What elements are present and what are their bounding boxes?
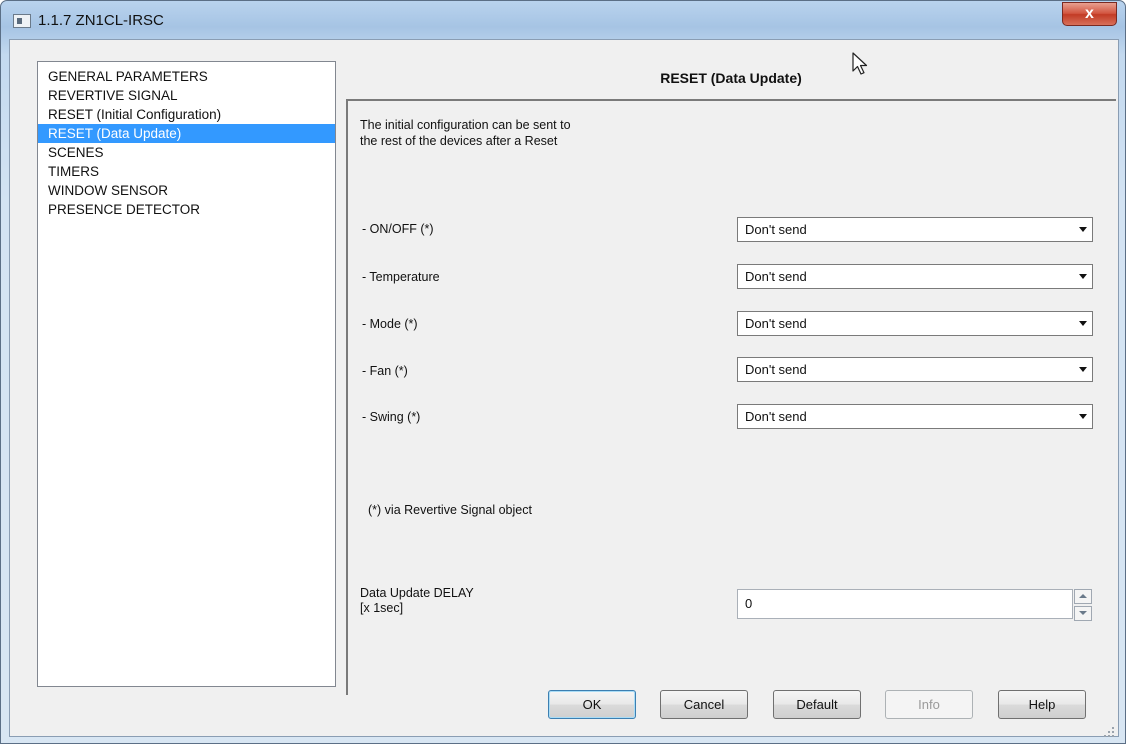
fan-select-value: Don't send	[745, 362, 807, 377]
sidebar-item-timers[interactable]: TIMERS	[38, 162, 335, 181]
spin-up-icon[interactable]	[1074, 589, 1092, 604]
delay-label-line-1: Data Update DELAY	[360, 586, 474, 600]
sidebar-item-general-parameters[interactable]: GENERAL PARAMETERS	[38, 67, 335, 86]
close-button[interactable]: x	[1062, 2, 1117, 26]
resize-grip-icon[interactable]	[1103, 726, 1115, 738]
window-title: 1.1.7 ZN1CL-IRSC	[38, 12, 164, 29]
onoff-label: - ON/OFF (*)	[362, 222, 434, 236]
parameter-section-list: GENERAL PARAMETERS REVERTIVE SIGNAL RESE…	[37, 61, 336, 687]
dropdown-arrow-icon[interactable]	[1079, 227, 1087, 232]
panel-description: The initial configuration can be sent to…	[360, 117, 571, 149]
fan-label: - Fan (*)	[362, 364, 408, 378]
info-button: Info	[885, 690, 973, 719]
sidebar-item-reset-data-update[interactable]: RESET (Data Update)	[38, 124, 335, 143]
default-button[interactable]: Default	[773, 690, 861, 719]
mode-select-value: Don't send	[745, 316, 807, 331]
close-icon: x	[1085, 5, 1094, 22]
help-button[interactable]: Help	[998, 690, 1086, 719]
panel-title: RESET (Data Update)	[660, 70, 802, 86]
swing-select-value: Don't send	[745, 409, 807, 424]
panel-divider-top	[346, 99, 1116, 101]
temperature-label: - Temperature	[362, 270, 440, 284]
dropdown-arrow-icon[interactable]	[1079, 367, 1087, 372]
mode-label: - Mode (*)	[362, 317, 418, 331]
cancel-button[interactable]: Cancel	[660, 690, 748, 719]
mode-select[interactable]: Don't send	[737, 311, 1093, 336]
sidebar-item-window-sensor[interactable]: WINDOW SENSOR	[38, 181, 335, 200]
ok-button[interactable]: OK	[548, 690, 636, 719]
onoff-select-value: Don't send	[745, 222, 807, 237]
sidebar-item-revertive-signal[interactable]: REVERTIVE SIGNAL	[38, 86, 335, 105]
revertive-signal-note: (*) via Revertive Signal object	[368, 503, 532, 517]
delay-label-line-2: [x 1sec]	[360, 601, 404, 615]
spin-down-icon[interactable]	[1074, 606, 1092, 621]
temperature-select-value: Don't send	[745, 269, 807, 284]
onoff-select[interactable]: Don't send	[737, 217, 1093, 242]
title-bar[interactable]: 1.1.7 ZN1CL-IRSC x	[1, 1, 1125, 39]
fan-select[interactable]: Don't send	[737, 357, 1093, 382]
swing-select[interactable]: Don't send	[737, 404, 1093, 429]
description-line-2: the rest of the devices after a Reset	[360, 134, 558, 148]
delay-spinner[interactable]	[1073, 589, 1092, 621]
sidebar-item-presence-detector[interactable]: PRESENCE DETECTOR	[38, 200, 335, 219]
app-icon	[13, 14, 31, 28]
panel-divider-left	[346, 99, 348, 695]
delay-input[interactable]: 0	[737, 589, 1073, 619]
dropdown-arrow-icon[interactable]	[1079, 274, 1087, 279]
temperature-select[interactable]: Don't send	[737, 264, 1093, 289]
description-line-1: The initial configuration can be sent to	[360, 118, 571, 132]
delay-label: Data Update DELAY [x 1sec]	[360, 586, 474, 616]
swing-label: - Swing (*)	[362, 410, 421, 424]
mouse-cursor-icon	[852, 52, 868, 75]
sidebar-item-reset-initial-configuration[interactable]: RESET (Initial Configuration)	[38, 105, 335, 124]
dropdown-arrow-icon[interactable]	[1079, 321, 1087, 326]
sidebar-item-scenes[interactable]: SCENES	[38, 143, 335, 162]
dropdown-arrow-icon[interactable]	[1079, 414, 1087, 419]
